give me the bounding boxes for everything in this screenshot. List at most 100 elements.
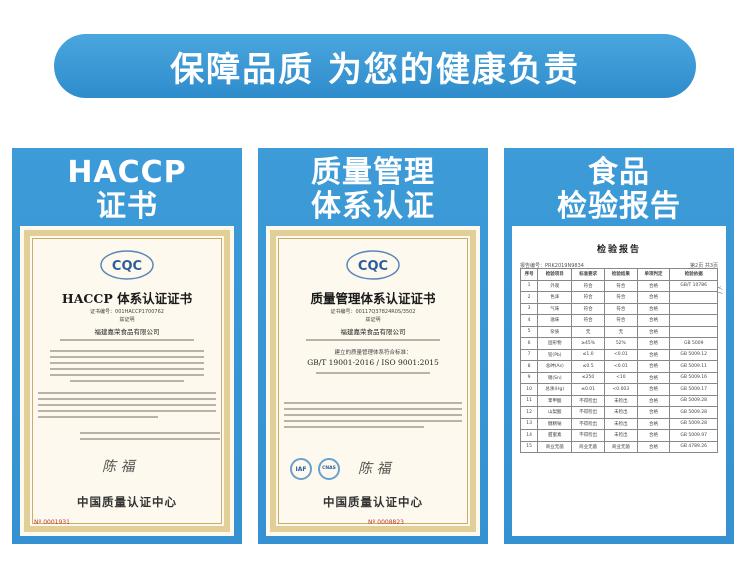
table-cell: GB 5009.28 <box>669 417 718 430</box>
table-row: 5 杂质无无合格 <box>519 325 718 338</box>
certificate-title: 质量管理体系认证证书 <box>310 291 436 306</box>
table-cell: 合格 <box>636 279 671 292</box>
header-banner: 保障品质 为您的健康负责 <box>54 34 696 98</box>
certificate-number: 证书编号：001HACCP1700762 <box>90 309 164 315</box>
table-cell: 合格 <box>636 371 671 384</box>
issuer-name: 中国质量认证中心 <box>77 495 177 509</box>
table-row: 4 滋味 符合 符合 合格 <box>519 314 718 327</box>
table-cell: ≤1.0 <box>571 348 605 361</box>
table-cell: ≤0.01 <box>571 383 605 396</box>
table-cell: 不得检出 <box>571 429 605 442</box>
table-cell: GB 5009.16 <box>669 371 718 384</box>
serial-number: Nº 0008823 <box>368 519 404 526</box>
table-row: 序号 检验项目 标准要求 检验结果 单项判定 检验依据 <box>519 268 718 281</box>
company-name: 福建嘉荣食品有限公司 <box>340 328 406 336</box>
table-cell: 色泽 <box>537 291 573 304</box>
table-cell: GB 4789.26 <box>669 440 718 453</box>
card-title-line1: 质量管理 <box>311 155 435 190</box>
signature-icon: 陈 福 <box>358 461 391 477</box>
table-cell: ≤0.5 <box>571 360 605 373</box>
certificate-number: 证书编号：00117Q37824R0S/3502 <box>330 309 416 315</box>
table-row: 12 山梨酸 不得检出 未检出 合格 GB 5009.28 <box>519 406 718 419</box>
table-cell: 合格 <box>636 394 671 407</box>
table-cell: 6 <box>519 337 539 350</box>
table-cell: 山梨酸 <box>537 406 573 419</box>
table-cell: GB 5009.28 <box>669 394 718 407</box>
text-line <box>306 339 440 341</box>
haccp-certificate: CQC HACCP 体系认证证书 证书编号：001HACCP1700762 兹证… <box>20 226 234 536</box>
table-cell: 总砷(As) <box>537 360 573 373</box>
table-cell: 商业无菌 <box>537 440 573 453</box>
table-cell: 8 <box>519 360 539 373</box>
text-line <box>50 356 204 358</box>
table-cell: ≥45% <box>571 337 605 350</box>
standard-intro: 建立的质量管理体系符合标准： <box>334 350 412 356</box>
table-cell: 气味 <box>537 302 573 315</box>
text-line <box>60 339 194 341</box>
text-line <box>284 402 462 404</box>
text-line <box>284 420 462 422</box>
table-cell <box>669 291 718 304</box>
table-cell: GB/T 10786 <box>669 279 718 292</box>
table-cell: <0.01 <box>603 348 638 361</box>
company-name: 福建嘉荣食品有限公司 <box>94 328 160 336</box>
table-cell: 符合 <box>571 314 605 327</box>
text-line <box>80 438 220 440</box>
table-cell: 商业无菌 <box>603 440 638 453</box>
table-cell: GB 5009.17 <box>669 383 718 396</box>
table-cell: 序号 <box>519 268 539 281</box>
table-cell: 单项判定 <box>636 268 671 281</box>
table-cell: 10 <box>519 383 539 396</box>
table-cell: 合格 <box>636 314 671 327</box>
table-cell: 合格 <box>636 360 671 373</box>
table-cell: 外观 <box>537 279 573 292</box>
report-title: 检验报告 <box>596 245 641 255</box>
table-cell: 未检出 <box>603 429 638 442</box>
table-cell: <10 <box>603 371 638 384</box>
card-title: 食品 检验报告 <box>512 156 726 224</box>
table-cell: ≤250 <box>571 371 605 384</box>
table-cell: 检验结果 <box>603 268 638 281</box>
issuer-name: 中国质量认证中心 <box>323 495 423 509</box>
cqc-logo-text: CQC <box>358 259 388 274</box>
standard-code: GB/T 19001-2016 / ISO 9001:2015 <box>307 358 439 367</box>
text-line <box>38 410 216 412</box>
table-cell: 未检出 <box>603 406 638 419</box>
table-cell: 14 <box>519 429 539 442</box>
card-haccp: HACCP 证书 CQC HACCP 体系认证证书 证书编号：001HACCP1… <box>12 148 242 544</box>
table-cell: 杂质 <box>537 325 573 338</box>
table-cell: GB 5009.97 <box>669 429 718 442</box>
table-cell: 符合 <box>603 302 638 315</box>
table-cell: 合格 <box>636 383 671 396</box>
table-cell: 符合 <box>603 291 638 304</box>
table-cell: 合格 <box>636 291 671 304</box>
table-cell: 无 <box>571 325 605 338</box>
qms-certificate: CQC 质量管理体系认证证书 证书编号：00117Q37824R0S/3502 … <box>266 226 480 536</box>
text-line <box>316 372 430 374</box>
table-cell: 不得检出 <box>571 417 605 430</box>
table-cell: 滋味 <box>537 314 573 327</box>
table-cell: 7 <box>519 348 539 361</box>
table-cell <box>669 314 718 327</box>
table-cell: GB 5009.28 <box>669 406 718 419</box>
table-cell: 符合 <box>603 279 638 292</box>
table-cell: 总汞(Hg) <box>537 383 573 396</box>
table-cell: 3 <box>519 302 539 315</box>
table-row: 10 总汞(Hg) ≤0.01 <0.003 合格 GB 5009.17 <box>519 383 718 396</box>
text-line <box>70 380 184 382</box>
text-line <box>38 404 216 406</box>
table-row: 9 锡(Sn) ≤250 <10 合格 GB 5009.16 <box>519 371 718 384</box>
text-line <box>50 350 204 352</box>
table-cell: 甜蜜素 <box>537 429 573 442</box>
table-cell: 符合 <box>603 314 638 327</box>
table-cell: 苯甲酸 <box>537 394 573 407</box>
table-cell: 合格 <box>636 325 671 338</box>
table-row: 1 外观 符合 符合 合格 GB/T 10786 <box>519 279 718 292</box>
table-cell: 13 <box>519 417 539 430</box>
table-row: 8 总砷(As) ≤0.5 <0.01 合格 GB 5009.11 <box>519 360 718 373</box>
table-cell: 合格 <box>636 406 671 419</box>
text-line <box>50 362 204 364</box>
table-row: 6 固形物 ≥45% 52% 合格 GB 5009 <box>519 337 718 350</box>
table-row: 7 铅(Pb) ≤1.0 <0.01 合格 GB 5009.12 <box>519 348 718 361</box>
serial-number: Nº 0001931 <box>34 519 70 526</box>
